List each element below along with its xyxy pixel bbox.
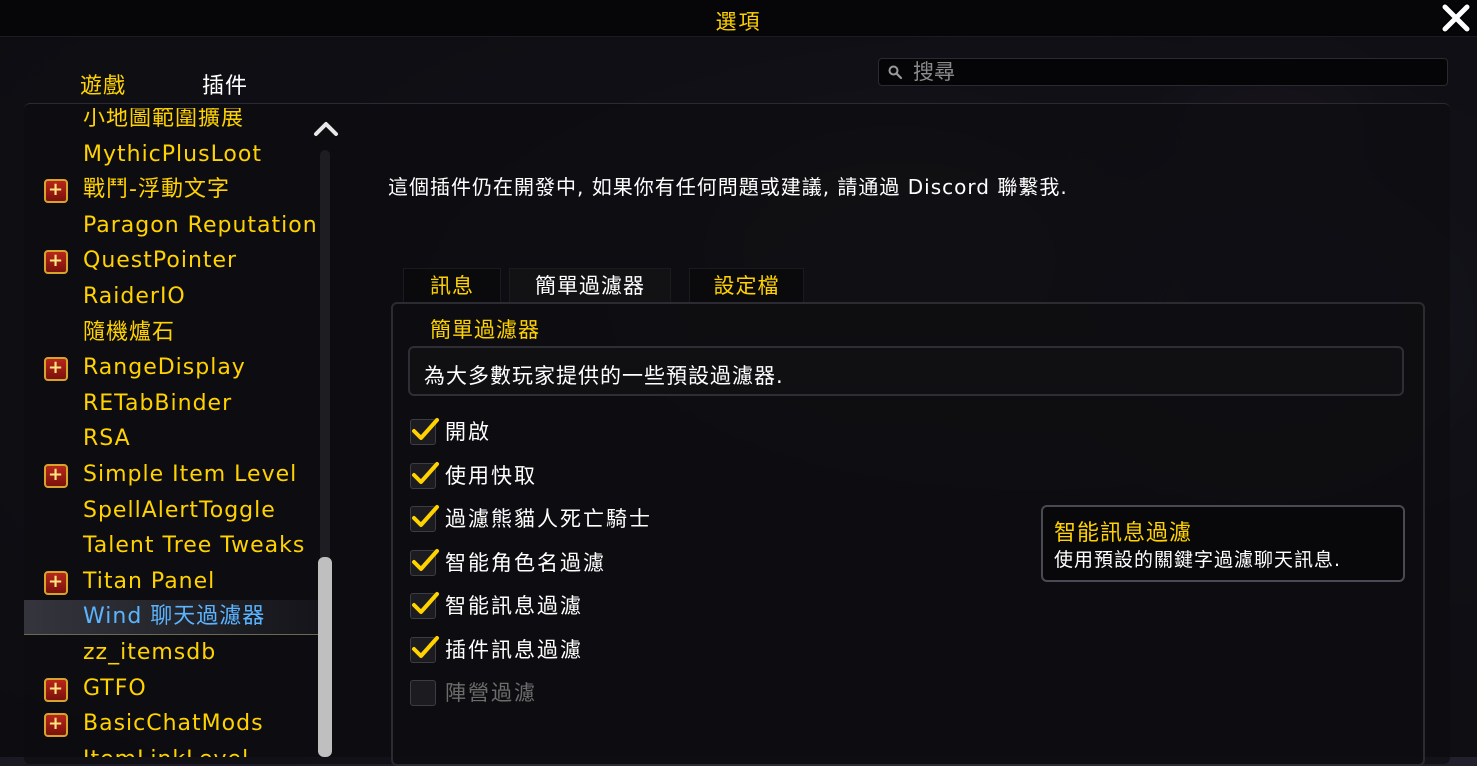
tab-games[interactable]: 遊戲 [80, 68, 126, 100]
tooltip: 智能訊息過濾 使用預設的關鍵字過濾聊天訊息. [1041, 505, 1405, 582]
option-label: 過濾熊貓人死亡騎士 [445, 507, 652, 531]
addon-list-item[interactable]: 隨機爐石 [24, 316, 319, 350]
close-button[interactable] [1439, 0, 1473, 36]
addon-list-item[interactable]: zz_itemsdb [24, 636, 319, 670]
addon-list-item-label: 小地圖範圍擴展 [83, 108, 245, 131]
expand-plus-icon[interactable]: + [44, 357, 68, 382]
tab-profiles[interactable]: 設定檔 [689, 268, 804, 302]
checkmark-icon [412, 505, 439, 527]
checkmark-icon [412, 418, 439, 440]
addon-list-item[interactable]: Wind 聊天過濾器 [24, 600, 319, 636]
checkmark-icon [412, 548, 439, 571]
addon-list-item-label: RETabBinder [83, 390, 233, 416]
addon-list-item-label: Titan Panel [83, 568, 216, 594]
expand-plus-icon[interactable]: + [44, 464, 68, 488]
info-text: 這個插件仍在開發中, 如果你有任何問題或建議, 請通過 Discord 聯繫我. [388, 175, 1068, 199]
addon-list-item[interactable]: + BasicChatMods [24, 707, 319, 741]
addon-list-item-label: BasicChatMods [83, 711, 264, 737]
expand-plus-icon[interactable]: + [44, 677, 68, 702]
description-box: 為大多數玩家提供的一些預設過濾器. [408, 346, 1404, 396]
option-label: 開啟 [445, 420, 491, 444]
addon-list-item[interactable]: + GTFO [24, 672, 319, 706]
addon-list-item[interactable]: ItemLinkLevel [24, 743, 319, 757]
options-window: 選項 遊戲 插件 小地圖範圍擴展 MythicPlusLoot + 戰鬥-浮動文字 Pa… [0, 0, 1477, 766]
section-title: 簡單過濾器 [430, 318, 540, 342]
chevron-up-icon [314, 122, 338, 136]
expand-plus-icon[interactable]: + [44, 179, 68, 204]
scroll-up-button[interactable] [312, 118, 340, 138]
addon-list-item-label: GTFO [83, 675, 147, 701]
addon-list-item[interactable]: Talent Tree Tweaks [24, 529, 319, 563]
addon-list-item-label: Simple Item Level [83, 462, 298, 487]
option-label: 陣營過濾 [445, 681, 537, 705]
window-title: 選項 [715, 10, 762, 34]
addon-list-item-label: RSA [83, 426, 131, 452]
expand-plus-icon[interactable]: + [44, 250, 68, 275]
addon-list-item[interactable]: 小地圖範圍擴展 [24, 108, 319, 136]
checkmark-icon [412, 635, 439, 658]
addon-list-item[interactable]: + Simple Item Level [24, 458, 319, 492]
expand-plus-icon[interactable]: + [44, 713, 68, 738]
expand-plus-icon[interactable]: + [44, 570, 68, 595]
addon-list-item[interactable]: RSA [24, 422, 319, 456]
option-label: 智能訊息過濾 [445, 594, 583, 618]
addon-list-item[interactable]: + 戰鬥-浮動文字 [24, 173, 319, 207]
addon-list-item[interactable]: + QuestPointer [24, 244, 319, 278]
search-box[interactable] [878, 58, 1448, 86]
addon-list-item[interactable]: SpellAlertToggle [24, 494, 319, 528]
addon-list-item[interactable]: RaiderIO [24, 280, 319, 314]
addon-list-item-label: Paragon Reputation [83, 212, 318, 238]
addon-list[interactable]: 小地圖範圍擴展 MythicPlusLoot + 戰鬥-浮動文字 Paragon Rep… [24, 108, 319, 757]
addon-list-item-label: ItemLinkLevel [83, 743, 249, 757]
scrollbar-thumb[interactable] [318, 557, 332, 757]
close-icon [1441, 3, 1471, 33]
option-label: 智能角色名過濾 [445, 550, 606, 575]
addon-list-item-label: QuestPointer [83, 248, 238, 274]
addon-list-item-label: MythicPlusLoot [83, 141, 262, 167]
search-input[interactable] [913, 60, 1433, 84]
title-bar[interactable]: 選項 [0, 0, 1477, 37]
addon-list-item-label: 隨機爐石 [83, 319, 176, 345]
checkmark-icon [412, 461, 439, 484]
addon-list-item-label: Wind 聊天過濾器 [83, 604, 266, 630]
addon-list-item-label: zz_itemsdb [83, 640, 217, 665]
option-label: 插件訊息過濾 [445, 637, 583, 662]
addon-list-item[interactable]: RETabBinder [24, 387, 319, 421]
addon-list-item-label: SpellAlertToggle [83, 497, 276, 523]
description-text: 為大多數玩家提供的一些預設過濾器. [424, 364, 784, 388]
search-icon [888, 65, 903, 80]
addon-list-item[interactable]: MythicPlusLoot [24, 138, 319, 172]
checkmark-icon [412, 592, 439, 614]
addon-list-item[interactable]: + RangeDisplay [24, 351, 319, 385]
addon-list-item-label: 戰鬥-浮動文字 [83, 177, 230, 203]
tab-messages[interactable]: 訊息 [403, 268, 501, 302]
addon-list-item-label: Talent Tree Tweaks [83, 533, 306, 559]
tab-addons[interactable]: 插件 [202, 68, 248, 100]
tooltip-title: 智能訊息過濾 [1054, 521, 1193, 546]
addon-list-item-label: RaiderIO [83, 284, 186, 309]
tab-simple-filters[interactable]: 簡單過濾器 [509, 268, 671, 302]
option-label: 使用快取 [445, 463, 537, 488]
addon-list-item-label: RangeDisplay [83, 355, 246, 381]
addon-list-item[interactable]: Paragon Reputation [24, 209, 319, 243]
addon-list-item[interactable]: + Titan Panel [24, 565, 319, 599]
tooltip-body: 使用預設的關鍵字過濾聊天訊息. [1054, 549, 1342, 571]
checkbox[interactable] [410, 680, 436, 706]
